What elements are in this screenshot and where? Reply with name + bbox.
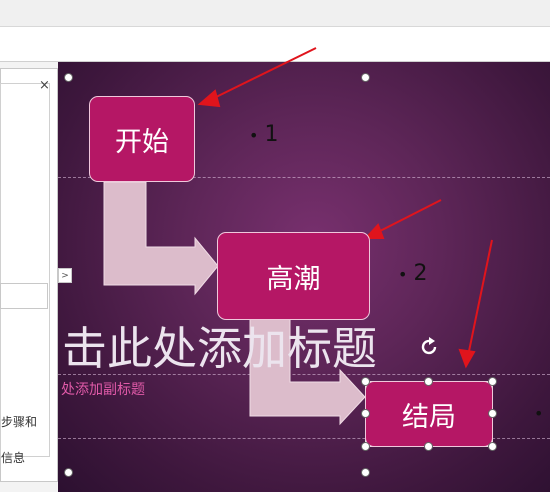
resize-handle[interactable]	[488, 442, 497, 451]
process-node-climax[interactable]: 高潮	[217, 232, 370, 320]
bullet-text: 1	[264, 122, 279, 147]
node-label: 结局	[402, 401, 456, 433]
bullet-marker: •	[534, 403, 544, 423]
close-icon[interactable]: ×	[39, 78, 50, 93]
bullet-item[interactable]: • 1	[249, 122, 278, 147]
resize-handle[interactable]	[361, 377, 370, 386]
process-node-ending[interactable]: 结局	[365, 381, 493, 447]
side-panel-text: 步骤和	[1, 415, 38, 429]
bullet-marker: •	[398, 264, 408, 284]
resize-handle[interactable]	[361, 442, 370, 451]
resize-handle[interactable]	[424, 377, 433, 386]
subtitle-placeholder[interactable]: 处添加副标题	[61, 379, 145, 399]
process-node-start[interactable]: 开始	[89, 96, 195, 182]
bullet-item[interactable]: • 2	[398, 261, 427, 286]
flow-arrow-1	[103, 181, 219, 296]
annotation-arrow-2	[373, 199, 442, 235]
bullet-item[interactable]: •	[534, 400, 549, 425]
resize-handle[interactable]	[64, 73, 73, 82]
side-panel-input[interactable]	[0, 283, 48, 309]
node-label: 开始	[115, 126, 169, 158]
bullet-text: 2	[413, 261, 428, 286]
resize-handle[interactable]	[361, 73, 370, 82]
chevron-right-icon[interactable]: >	[58, 268, 72, 283]
resize-handle[interactable]	[64, 468, 73, 477]
resize-handle[interactable]	[488, 409, 497, 418]
node-label: 高潮	[266, 263, 321, 295]
annotation-arrow-1	[209, 47, 317, 101]
bullet-marker: •	[249, 125, 259, 145]
resize-handle[interactable]	[488, 377, 497, 386]
annotation-arrow-3	[467, 239, 493, 357]
resize-handle[interactable]	[424, 442, 433, 451]
side-panel: × 步骤和 信息	[0, 68, 58, 482]
rotate-handle-icon[interactable]	[418, 336, 440, 358]
side-panel-content	[0, 83, 50, 457]
resize-handle[interactable]	[361, 409, 370, 418]
title-placeholder[interactable]: 击此处添加标题	[62, 312, 377, 377]
annotation-arrow-1-head	[197, 89, 221, 108]
resize-handle[interactable]	[361, 468, 370, 477]
side-panel-text: 信息	[1, 451, 26, 465]
annotation-arrow-3-head	[458, 348, 476, 369]
